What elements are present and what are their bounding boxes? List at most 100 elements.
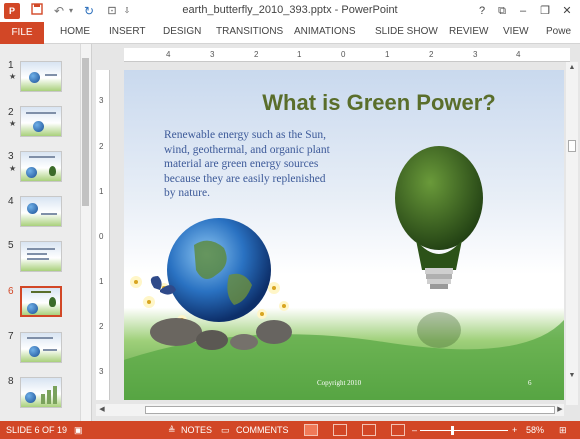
zoom-slider-track[interactable] [420, 430, 508, 431]
fit-slide-icon[interactable]: ⊞ [559, 425, 567, 436]
thumbnail-number: 4 [8, 196, 14, 207]
scroll-up-icon[interactable]: ▲ [566, 64, 578, 74]
tab-animations[interactable]: ANIMATIONS [294, 26, 355, 37]
vertical-scroll-thumb[interactable] [568, 140, 576, 152]
ruler-tick-label: 3 [99, 367, 104, 376]
thumbnail-number: 8 [8, 376, 14, 387]
spelling-icon[interactable]: ▣ [74, 425, 83, 436]
thumb-bar [41, 394, 45, 404]
thumb-text-line [41, 213, 57, 215]
globe-icon [29, 72, 40, 83]
thumbnail-number: 1 [8, 60, 14, 71]
notes-button[interactable]: NOTES [181, 425, 212, 435]
thumbnail-pane-scroll-thumb[interactable] [82, 58, 89, 206]
zoom-in-button[interactable]: + [512, 425, 517, 435]
slide-thumbnail-pane: 1 ★ 2 ★ 3 ★ 4 5 6 7 8 [0, 44, 92, 421]
thumbnail-number: 7 [8, 331, 14, 342]
help-icon[interactable]: ? [473, 2, 491, 20]
ruler-tick-label: 3 [210, 50, 215, 59]
zoom-slider-knob[interactable] [451, 426, 454, 435]
slide-footer[interactable]: Copyright 2010 [317, 379, 361, 387]
ruler-tick-label: 1 [385, 50, 390, 59]
ruler-tick-label: 3 [99, 96, 104, 105]
ruler-tick-label: 1 [297, 50, 302, 59]
transition-star-icon: ★ [9, 164, 17, 173]
slide-show-icon[interactable] [391, 424, 405, 436]
normal-view-icon[interactable] [304, 424, 318, 436]
transition-star-icon: ★ [9, 72, 17, 81]
ruler-tick-label: 3 [473, 50, 478, 59]
thumb-text-line [27, 253, 47, 255]
status-bar: SLIDE 6 OF 19 ▣ ≜ NOTES ▭ COMMENTS – + 5… [0, 421, 580, 439]
comments-button[interactable]: COMMENTS [236, 425, 289, 435]
tab-insert[interactable]: INSERT [109, 26, 146, 37]
slide-counter: SLIDE 6 OF 19 [6, 425, 68, 435]
tab-powerpivot[interactable]: Powe [546, 26, 571, 37]
scroll-right-icon[interactable]: ▶ [554, 404, 566, 416]
close-icon[interactable]: ✕ [558, 2, 576, 20]
slide-canvas[interactable]: What is Green Power? Renewable energy su… [124, 70, 564, 400]
tab-slide-show[interactable]: SLIDE SHOW [375, 26, 438, 37]
globe-icon [27, 203, 38, 214]
vertical-scrollbar[interactable] [566, 62, 578, 405]
bulb-icon [49, 297, 56, 307]
ruler-tick-label: 1 [99, 187, 104, 196]
title-bar: P ↶ ▾ ↻ ⊡ ⇩ earth_butterfly_2010_393.ppt… [0, 0, 580, 22]
slide-thumbnail-4[interactable] [20, 196, 62, 227]
ruler-tick-label: 2 [254, 50, 259, 59]
slide-thumbnail-6[interactable] [20, 286, 62, 317]
slide-thumbnail-8[interactable] [20, 377, 62, 408]
ruler-tick-label: 4 [516, 50, 521, 59]
thumb-text-line [29, 156, 55, 158]
transition-star-icon: ★ [9, 119, 17, 128]
globe-icon [26, 167, 37, 178]
scroll-down-icon[interactable]: ▼ [566, 372, 578, 382]
globe-icon [29, 346, 40, 357]
thumbnail-number: 6 [8, 286, 14, 297]
ruler-tick-label: 1 [99, 277, 104, 286]
thumb-bar [47, 390, 51, 404]
ruler-tick-label: 0 [341, 50, 346, 59]
ribbon-tabs: FILE HOME INSERT DESIGN TRANSITIONS ANIM… [0, 22, 580, 44]
slide-title[interactable]: What is Green Power? [214, 90, 544, 116]
notes-icon[interactable]: ≜ [168, 425, 176, 436]
ruler-tick-label: 2 [99, 142, 104, 151]
zoom-level[interactable]: 58% [526, 425, 544, 435]
slide-sorter-icon[interactable] [333, 424, 347, 436]
scroll-left-icon[interactable]: ◀ [96, 404, 108, 416]
horizontal-scroll-thumb[interactable] [145, 406, 555, 414]
ruler-tick-label: 2 [429, 50, 434, 59]
grass-lightbulb-image [395, 146, 483, 348]
ribbon-display-options-icon[interactable]: ⧉ [493, 2, 511, 20]
reading-view-icon[interactable] [362, 424, 376, 436]
thumb-text-line [43, 349, 57, 351]
thumb-text-line [31, 291, 51, 293]
slide-thumbnail-7[interactable] [20, 332, 62, 363]
slide-thumbnail-2[interactable] [20, 106, 62, 137]
zoom-out-button[interactable]: – [412, 425, 417, 435]
horizontal-ruler: 4 3 2 1 0 1 2 3 4 [124, 48, 570, 62]
slide-thumbnail-3[interactable] [20, 151, 62, 182]
thumb-text-line [45, 74, 57, 76]
tab-review[interactable]: REVIEW [449, 26, 488, 37]
thumbnail-number: 5 [8, 240, 14, 251]
ruler-tick-label: 4 [166, 50, 171, 59]
minimize-icon[interactable]: – [514, 2, 532, 20]
comments-icon[interactable]: ▭ [221, 425, 230, 436]
restore-icon[interactable]: ❐ [536, 2, 554, 20]
tab-view[interactable]: VIEW [503, 26, 529, 37]
globe-icon [33, 121, 44, 132]
tab-design[interactable]: DESIGN [163, 26, 201, 37]
slide-number[interactable]: 6 [528, 379, 532, 387]
tab-transitions[interactable]: TRANSITIONS [216, 26, 283, 37]
slide-body-text[interactable]: Renewable energy such as the Sun, wind, … [164, 128, 339, 201]
tab-home[interactable]: HOME [60, 26, 90, 37]
tab-file[interactable]: FILE [0, 22, 44, 44]
thumb-text-line [26, 112, 56, 114]
slide-thumbnail-1[interactable] [20, 61, 62, 92]
globe-icon [27, 303, 38, 314]
bulb-icon [49, 166, 56, 176]
ruler-tick-label: 0 [99, 232, 104, 241]
slide-thumbnail-5[interactable] [20, 241, 62, 272]
thumb-text-line [27, 337, 53, 339]
